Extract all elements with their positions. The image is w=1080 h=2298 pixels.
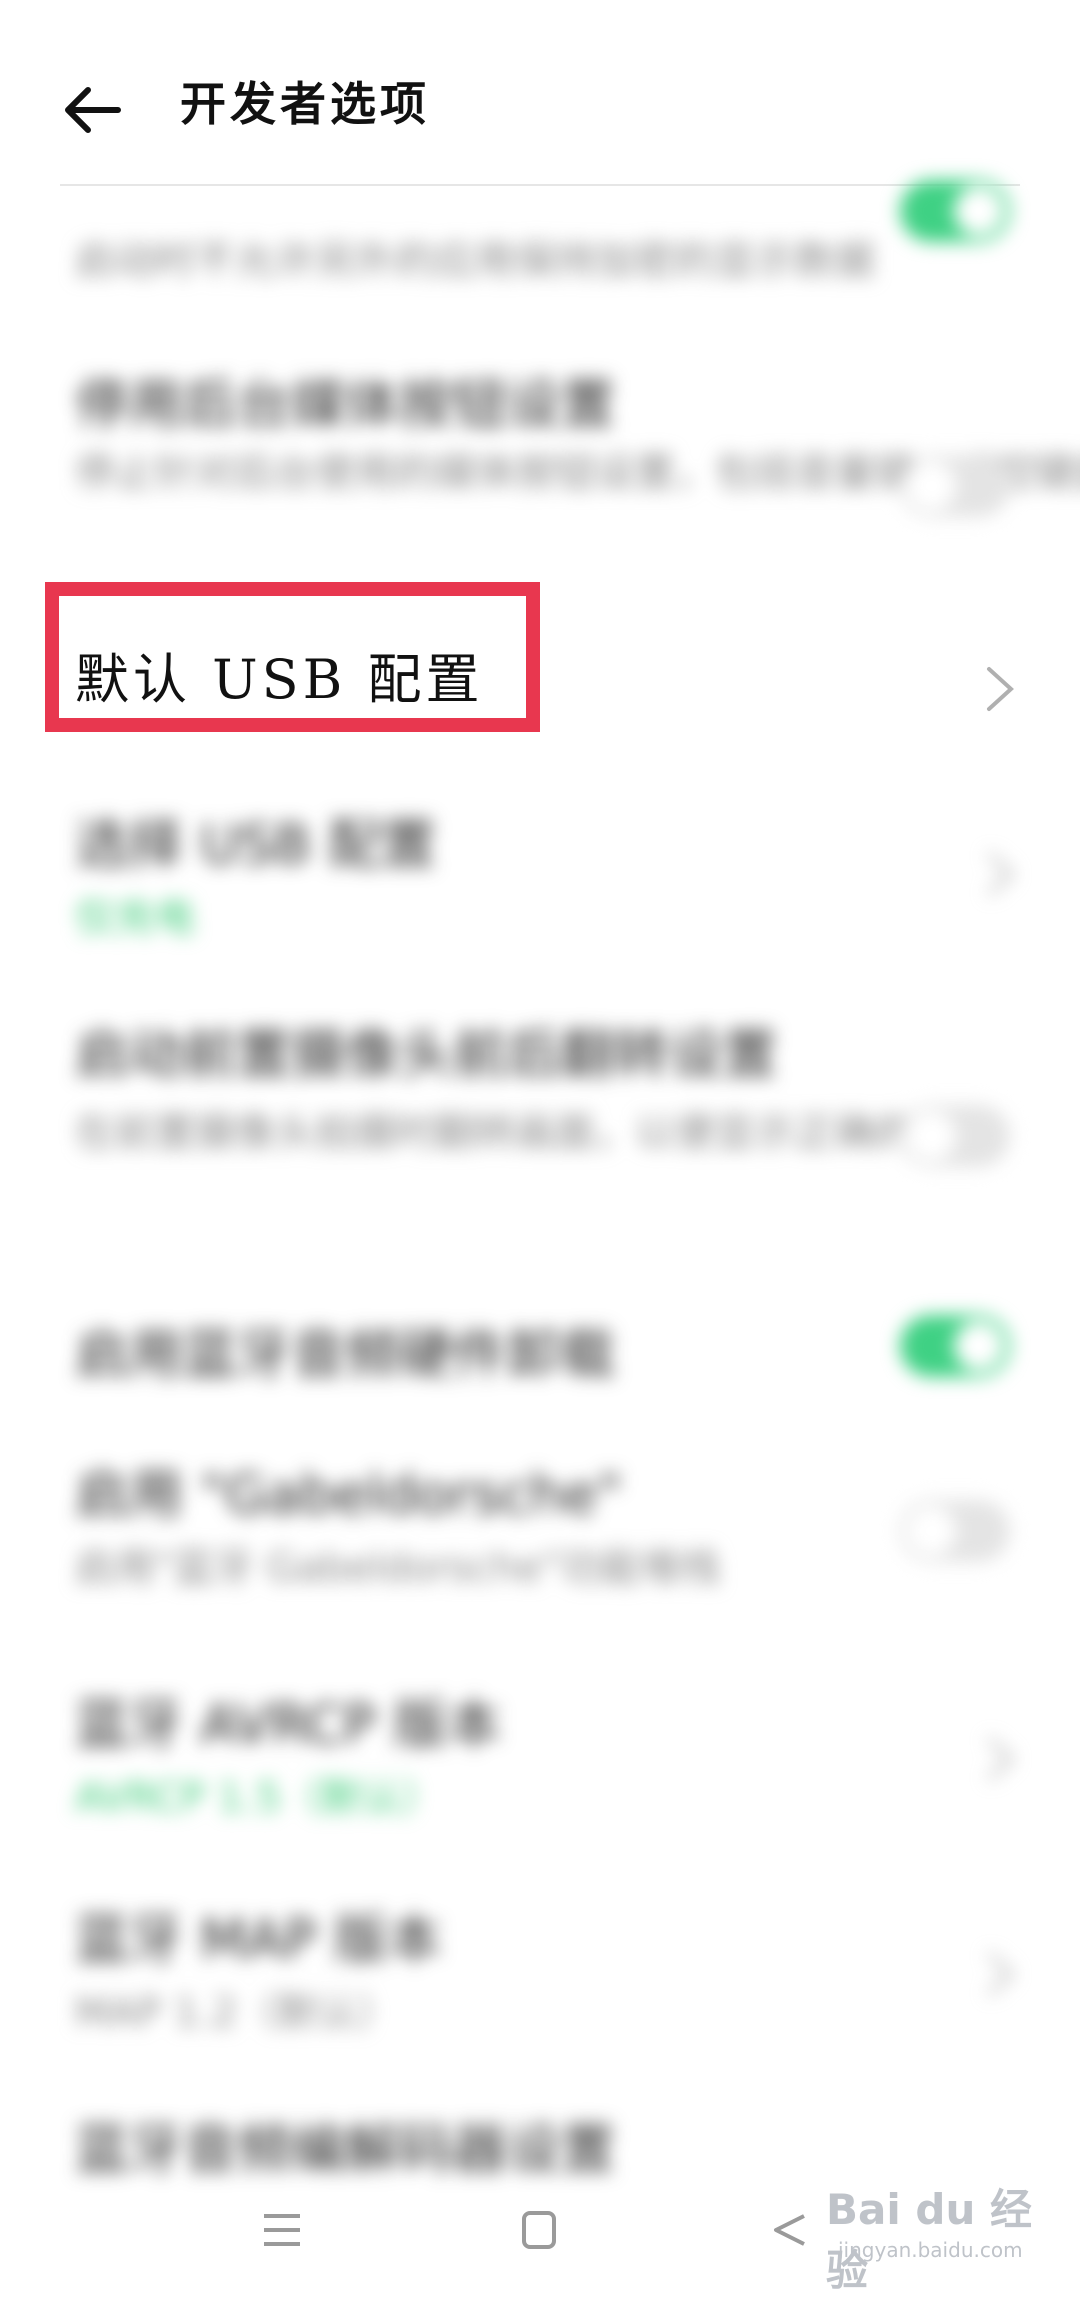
- chevron-right-icon: [987, 667, 1014, 711]
- toggle-switch[interactable]: [900, 1105, 1010, 1167]
- home-icon[interactable]: [521, 2210, 557, 2250]
- back-triangle-icon[interactable]: [770, 2212, 810, 2248]
- row-subtitle: AVRCP 1.5（默认）: [75, 1775, 442, 1821]
- toggle-knob: [954, 186, 1004, 236]
- row-subtitle: 启用"蓝牙 Gabeldorsche"功能堆栈: [75, 1545, 721, 1591]
- row-subtitle: 启动时不允许另外的应用保持加密的显示数据: [75, 238, 875, 284]
- watermark-logo: Bai du 经验: [826, 2185, 1032, 2295]
- toggle-knob: [906, 1111, 956, 1161]
- row-subtitle: 仅充电: [75, 895, 195, 941]
- settings-row-bt-offload[interactable]: 启用蓝牙音频硬件卸载: [0, 1290, 1080, 1410]
- row-title: 启用 "Gabeldorsche": [75, 1463, 623, 1526]
- page-title: 开发者选项: [180, 77, 430, 131]
- toggle-switch[interactable]: [900, 1315, 1010, 1377]
- settings-row-gabeldorsche[interactable]: 启用 "Gabeldorsche" 启用"蓝牙 Gabeldorsche"功能堆…: [0, 1450, 1080, 1630]
- row-title: 蓝牙 MAP 版本: [75, 1908, 442, 1971]
- toggle-knob: [906, 461, 956, 511]
- row-title: 启动前置摄像头前后翻转设置: [75, 1023, 777, 1086]
- toggle-switch[interactable]: [900, 180, 1010, 242]
- app-header: 开发者选项: [0, 0, 1080, 200]
- settings-row-front-camera[interactable]: 启动前置摄像头前后翻转设置 在前置摄像头拍摄时翻转画面，以便显示正确的镜像: [0, 1010, 1080, 1240]
- toggle-knob: [906, 1506, 956, 1556]
- chevron-right-icon: [987, 1737, 1014, 1781]
- settings-row-avrcp[interactable]: 蓝牙 AVRCP 版本 AVRCP 1.5（默认）: [0, 1680, 1080, 1850]
- settings-row-map[interactable]: 蓝牙 MAP 版本 MAP 1.2（默认）: [0, 1895, 1080, 2065]
- settings-row-media-buttons[interactable]: 停用后台媒体按钮设置 停止针对后台使用的媒体按钮设置，包括音量键、遥控键盘: [0, 340, 1080, 570]
- row-title: 启用蓝牙音频硬件卸载: [75, 1323, 615, 1386]
- row-subtitle: MAP 1.2（默认）: [75, 1990, 398, 2036]
- settings-row-select-usb[interactable]: 选择 USB 配置 仅充电: [0, 790, 1080, 960]
- toggle-switch[interactable]: [900, 1500, 1010, 1562]
- watermark-url: jingyan.baidu.com: [838, 2238, 1023, 2262]
- arrow-left-icon: [65, 87, 121, 133]
- row-title: 蓝牙 AVRCP 版本: [75, 1693, 501, 1756]
- toggle-switch[interactable]: [900, 455, 1010, 517]
- back-button[interactable]: [60, 75, 130, 145]
- menu-icon[interactable]: [262, 2212, 302, 2248]
- default-usb-config-label[interactable]: 默认 USB 配置: [75, 648, 484, 712]
- header-divider: [60, 184, 1020, 186]
- row-title: 选择 USB 配置: [75, 813, 437, 876]
- chevron-right-icon: [987, 852, 1014, 896]
- settings-row-protected-display[interactable]: 启动时不允许另外的应用保持加密的显示数据: [0, 180, 1080, 300]
- row-title: 停用后台媒体按钮设置: [75, 373, 615, 436]
- toggle-knob: [954, 1321, 1004, 1371]
- chevron-right-icon: [987, 1952, 1014, 1996]
- baidu-watermark: Bai du 经验 jingyan.baidu.com: [826, 2176, 1066, 2295]
- row-subtitle: 在前置摄像头拍摄时翻转画面，以便显示正确的镜像: [75, 1110, 995, 1156]
